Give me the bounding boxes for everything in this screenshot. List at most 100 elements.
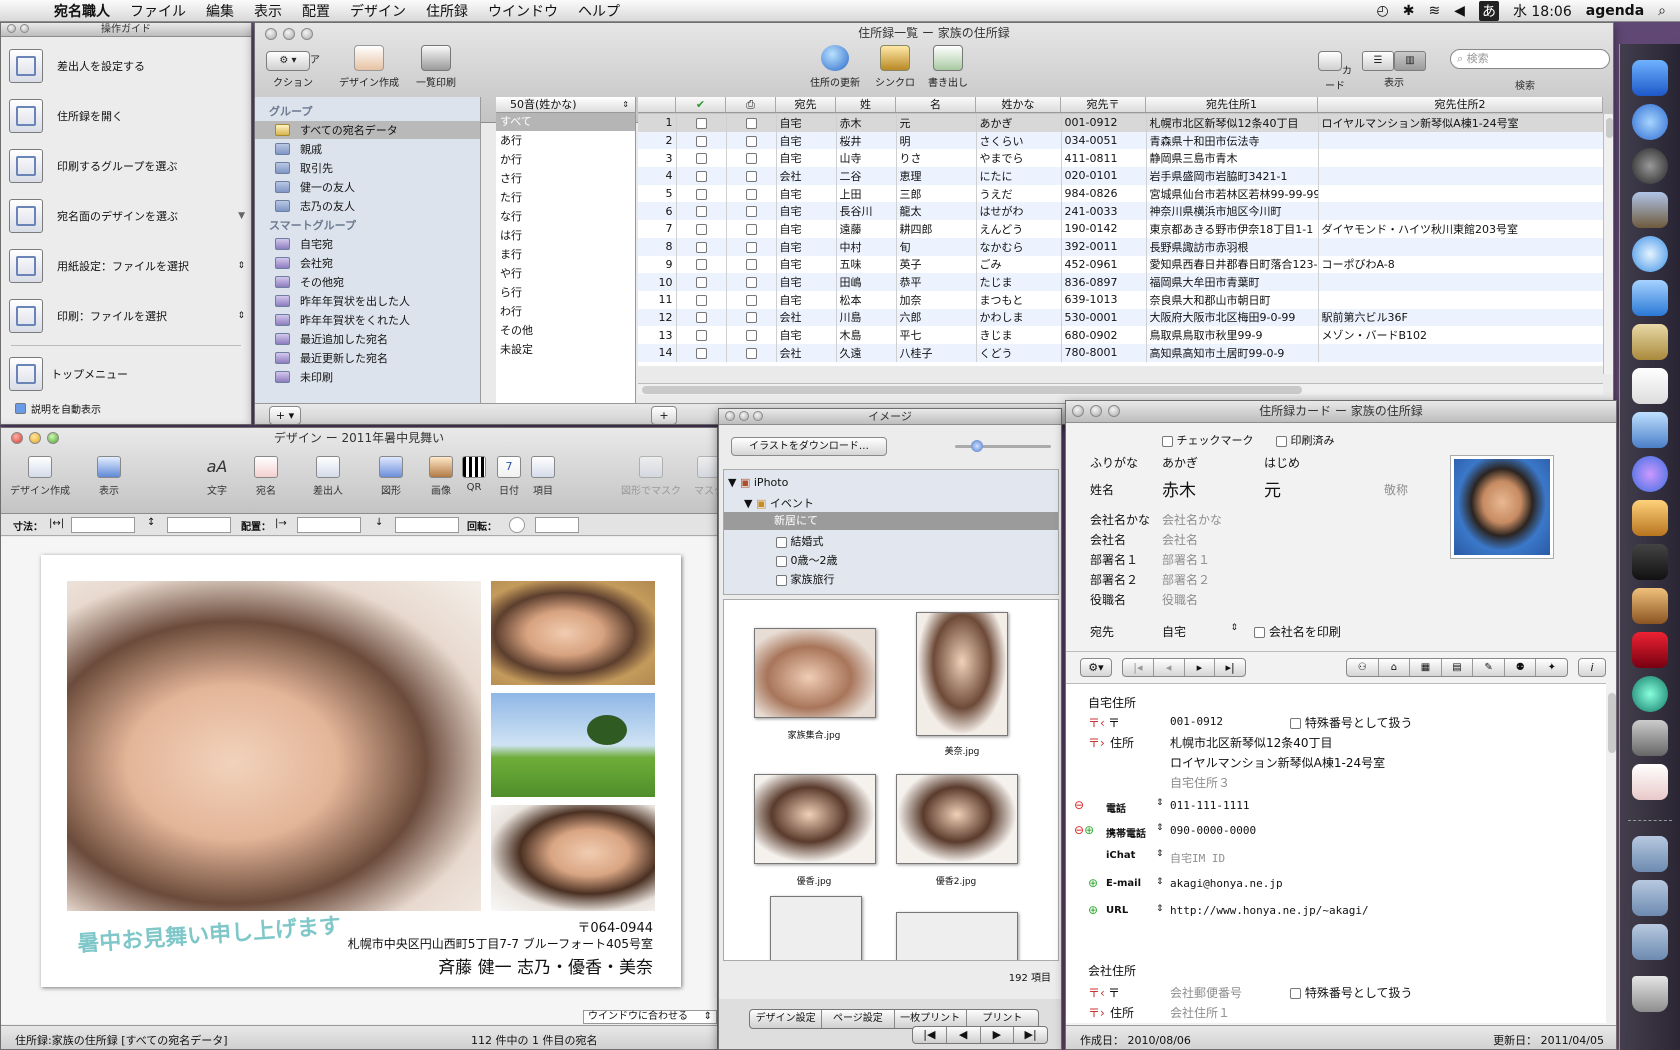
photos-icon[interactable]: [1632, 412, 1668, 448]
group-relatives[interactable]: 親戚: [255, 140, 480, 158]
add-url-icon[interactable]: ⊕: [1088, 903, 1098, 917]
people-icon[interactable]: ⚇: [1347, 659, 1379, 676]
address1-cell[interactable]: 静岡県三島市青木: [1146, 149, 1319, 168]
timemachine-icon[interactable]: [1632, 676, 1668, 712]
col-header-first[interactable]: 名: [896, 97, 976, 112]
check-cell[interactable]: [676, 202, 727, 221]
y-field[interactable]: [395, 517, 459, 533]
address2-cell[interactable]: [1318, 131, 1603, 150]
stepper-icon[interactable]: ⇕: [237, 261, 245, 271]
next-record-button[interactable]: ▶: [981, 1027, 1015, 1043]
dest-cell[interactable]: 自宅: [776, 184, 837, 203]
zip-cell[interactable]: 190-0142: [1061, 220, 1147, 238]
tool-view[interactable]: 表示: [87, 456, 131, 497]
guide-select-group[interactable]: 印刷するグループを選ぶ: [9, 143, 245, 189]
dest-cell[interactable]: 会社: [776, 343, 837, 362]
checkbox[interactable]: [695, 241, 707, 253]
address2-field[interactable]: ロイヤルマンション新琴似A棟1-24号室: [1170, 754, 1385, 771]
garageband-icon[interactable]: [1632, 588, 1668, 624]
kana-ha[interactable]: は行: [500, 227, 522, 245]
checkbox[interactable]: [1254, 627, 1265, 638]
zip-cell[interactable]: 984-0826: [1061, 184, 1147, 203]
first-record-button[interactable]: |◀: [913, 1027, 947, 1043]
address1-cell[interactable]: 東京都あきる野市伊奈18丁目1-1: [1146, 220, 1319, 238]
memo-icon[interactable]: ▤: [1442, 659, 1474, 676]
checkbox[interactable]: [695, 277, 707, 289]
checkbox[interactable]: [745, 135, 757, 147]
col-header-print[interactable]: ⎙: [726, 97, 776, 112]
timemachine-icon[interactable]: ◴: [1376, 3, 1388, 19]
checkbox[interactable]: [1290, 718, 1301, 729]
minimize-button[interactable]: [283, 28, 295, 40]
checkbox[interactable]: [745, 153, 757, 165]
zip-field[interactable]: 001-0912: [1170, 715, 1223, 728]
wifi-icon[interactable]: ≋: [1428, 3, 1440, 19]
smart-company[interactable]: 会社宛: [255, 254, 480, 272]
kana-cell[interactable]: さくらい: [976, 131, 1062, 150]
first-name-cell[interactable]: 耕四郎: [896, 220, 977, 238]
row-number[interactable]: 2: [638, 131, 677, 150]
zip-cell[interactable]: 452-0961: [1061, 255, 1147, 274]
table-row[interactable]: 13 自宅 木島 平七 きじま 680-0902 鳥取県鳥取市秋里99-9 メゾン・バードB1…: [638, 326, 1603, 344]
guide-set-sender[interactable]: 差出人を設定する: [9, 43, 245, 89]
tool-sender[interactable]: 差出人: [306, 456, 350, 497]
stepper-icon[interactable]: ⇕: [1156, 798, 1164, 808]
imovie-icon[interactable]: [1632, 544, 1668, 580]
tool-date[interactable]: 7 日付: [493, 456, 525, 497]
checkbox[interactable]: [695, 294, 707, 306]
last-name-cell[interactable]: 中村: [836, 237, 897, 256]
user-name[interactable]: agenda: [1586, 3, 1644, 19]
print-cell[interactable]: [726, 273, 777, 291]
menu-view[interactable]: 表示: [244, 1, 292, 21]
print-cell[interactable]: [726, 167, 777, 185]
first-name-cell[interactable]: 恵理: [896, 167, 977, 185]
row-number[interactable]: 10: [638, 273, 677, 291]
remove-mobile-icon[interactable]: ⊖⊕: [1074, 823, 1094, 837]
ime-indicator[interactable]: あ: [1478, 0, 1499, 21]
child-photo[interactable]: [491, 805, 655, 911]
kana-cell[interactable]: えんどう: [976, 220, 1062, 238]
smart-received-last-year[interactable]: 昨年年賀状をくれた人: [255, 311, 480, 329]
col-header-check[interactable]: ✔: [676, 97, 726, 112]
safari-icon[interactable]: [1632, 236, 1668, 272]
first-name-cell[interactable]: 加奈: [896, 290, 977, 309]
address2-cell[interactable]: 駅前第六ビル36F: [1318, 308, 1603, 327]
update-address-button[interactable]: 住所の更新: [805, 45, 865, 89]
col-header-last[interactable]: 姓: [836, 97, 896, 112]
checkbox[interactable]: [1276, 435, 1287, 447]
print-cell[interactable]: [726, 290, 777, 309]
contact-photo[interactable]: [1450, 455, 1554, 559]
kana-unset[interactable]: 未設定: [500, 341, 533, 359]
print-cell[interactable]: [726, 184, 777, 203]
tree-family-trip[interactable]: 家族旅行: [776, 571, 835, 587]
view-toggle[interactable]: ☰ ▥ 表示: [1359, 51, 1429, 89]
print-cell[interactable]: [726, 202, 777, 221]
guide-paper-setup[interactable]: 用紙設定：ファイルを選択 ⇕: [9, 243, 245, 289]
checkbox[interactable]: [745, 277, 757, 289]
address1-cell[interactable]: 奈良県大和郡山市朝日町: [1146, 290, 1319, 309]
first-name-cell[interactable]: 平七: [896, 326, 977, 344]
scroll-thumb[interactable]: [1606, 118, 1613, 138]
print-cell[interactable]: [726, 308, 777, 327]
check-cell[interactable]: [676, 237, 727, 256]
x-field[interactable]: [297, 517, 361, 533]
print-cell[interactable]: [726, 220, 777, 238]
dest-cell[interactable]: 自宅: [776, 290, 837, 309]
check-cell[interactable]: [676, 255, 727, 274]
thumb-yuka[interactable]: [754, 774, 876, 864]
tree-new-home[interactable]: 新居にて: [724, 512, 1058, 530]
last-name-cell[interactable]: 長谷川: [836, 202, 897, 221]
person-icon[interactable]: ⚉: [1505, 659, 1537, 676]
documents-folder-icon[interactable]: [1632, 880, 1668, 916]
row-number[interactable]: 7: [638, 220, 677, 238]
address1-cell[interactable]: 青森県十和田市伝法寺: [1146, 131, 1319, 150]
kana-cell[interactable]: うえだ: [976, 184, 1062, 203]
check-mark-checkbox[interactable]: チェックマーク: [1162, 432, 1254, 448]
landscape-photo[interactable]: [491, 693, 655, 797]
address2-cell[interactable]: [1318, 343, 1603, 362]
work-address-field[interactable]: 会社住所１: [1170, 1004, 1230, 1021]
printed-checkbox[interactable]: 印刷済み: [1276, 432, 1335, 448]
check-cell[interactable]: [676, 149, 727, 168]
print-company-checkbox[interactable]: 会社名を印刷: [1254, 623, 1341, 640]
col-header-addr2[interactable]: 宛先住所2: [1318, 97, 1603, 112]
